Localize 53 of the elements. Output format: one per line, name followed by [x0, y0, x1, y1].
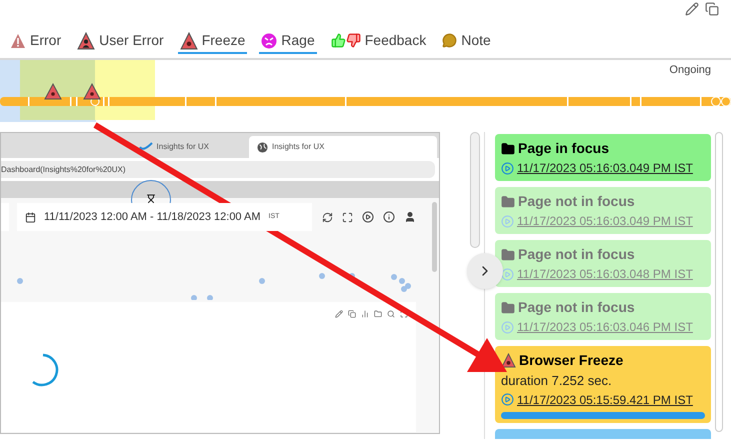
thumbs-up-icon	[330, 33, 346, 48]
expand-button[interactable]	[467, 253, 503, 289]
edit-icon[interactable]	[685, 2, 699, 16]
user-warning-icon	[77, 32, 96, 50]
event-title: Page in focus	[518, 139, 610, 158]
event-filter-tab[interactable]: User Error	[75, 29, 166, 54]
address-bar[interactable]: Dashboard(Insights%20for%20UX)	[1, 161, 435, 178]
info-icon[interactable]	[383, 211, 395, 223]
event-card[interactable]: Page in focus 11/17/2023 05:16:03.049 PM IST	[495, 134, 711, 181]
thumbs-down-icon	[346, 33, 361, 48]
event-filter-tab[interactable]: Freeze	[178, 29, 248, 54]
globe-icon	[257, 142, 268, 152]
edit-icon[interactable]	[335, 310, 343, 318]
file-icon[interactable]	[374, 310, 382, 318]
folder-icon	[501, 248, 515, 262]
warning-icon	[501, 353, 516, 368]
scrollbar[interactable]	[432, 202, 437, 272]
refresh-icon[interactable]	[322, 212, 333, 222]
restore-window-icon[interactable]	[705, 2, 719, 16]
event-filter-tab[interactable]: Rage	[259, 29, 317, 54]
folder-icon	[501, 300, 515, 314]
browser-tab[interactable]: Insights for UX	[1, 136, 249, 158]
warning-icon	[180, 32, 198, 50]
folder-icon	[501, 142, 515, 156]
event-detail: duration 7.252 sec.	[501, 372, 613, 390]
checkmark-logo-icon	[138, 142, 153, 152]
event-title: Page not in focus	[518, 192, 635, 211]
warning-icon	[10, 32, 26, 48]
event-filter-tab[interactable]: Note	[440, 29, 493, 54]
play-icon[interactable]	[362, 211, 374, 223]
event-timestamp-link[interactable]: 11/17/2023 05:15:59.421 PM IST	[517, 390, 693, 408]
event-card[interactable]: Browser Freeze duration 7.252 sec. 11/17/2023 05:15:59.421 PM IST	[495, 346, 711, 422]
fullscreen-icon[interactable]	[342, 212, 353, 222]
event-title: Page not in focus	[518, 298, 635, 317]
calendar-icon	[25, 212, 36, 222]
event-timestamp-link[interactable]: 11/17/2023 05:16:03.049 PM IST	[517, 159, 693, 177]
event-title: Browser Freeze	[519, 351, 624, 370]
scrollbar[interactable]	[470, 132, 480, 248]
angry-face-icon	[261, 32, 278, 48]
scrollbar[interactable]	[715, 132, 723, 432]
browser-tab[interactable]: Insights for UX	[249, 136, 437, 158]
event-title: Page not in focus	[518, 245, 635, 264]
date-range[interactable]: 11/11/2023 12:00 AM - 11/18/2023 12:00 AM	[44, 208, 260, 226]
filter-field[interactable]	[1, 203, 9, 231]
bar-chart-icon[interactable]	[361, 310, 369, 318]
event-filter-tab[interactable]: Error	[8, 29, 64, 54]
timeline-status: Ongoing	[669, 63, 711, 78]
search-icon[interactable]	[387, 310, 395, 318]
copy-icon[interactable]	[348, 310, 356, 318]
speech-bubble-icon	[442, 33, 458, 48]
event-filter-tab[interactable]: Feedback	[328, 29, 428, 54]
folder-icon	[501, 194, 515, 208]
user-icon[interactable]	[404, 211, 416, 223]
